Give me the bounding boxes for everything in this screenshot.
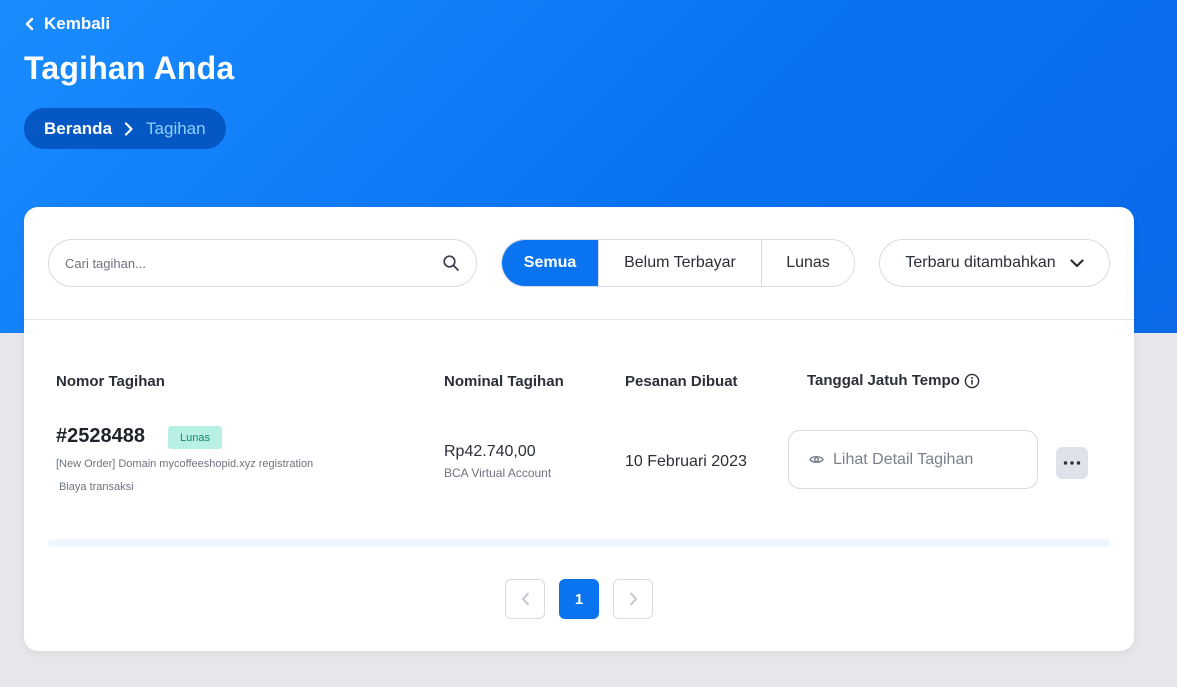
column-header-due-date: Tanggal Jatuh Tempo [807,372,980,389]
invoice-description: [New Order] Domain mycoffeeshopid.xyz re… [56,458,314,470]
row-separator [48,539,1110,547]
chevron-down-icon [1070,258,1084,267]
status-filter-group: Semua Belum Terbayar Lunas [501,239,855,287]
transaction-fee-note: Biaya transaksi [59,481,134,493]
pagination-page-button[interactable]: 1 [559,579,599,619]
more-horizontal-icon [1063,461,1081,465]
order-created-date: 10 Februari 2023 [625,453,747,470]
back-label: Kembali [44,14,111,33]
chevron-left-icon [25,17,34,31]
view-invoice-detail-button[interactable]: Lihat Detail Tagihan [788,430,1038,489]
breadcrumb: Beranda Tagihan [24,108,226,149]
pagination-next-button[interactable] [613,579,653,619]
filter-all-button[interactable]: Semua [502,240,599,286]
sort-label: Terbaru ditambahkan [905,254,1056,271]
filter-paid-button[interactable]: Lunas [762,240,854,286]
sort-dropdown[interactable]: Terbaru ditambahkan [879,239,1110,287]
payment-method: BCA Virtual Account [444,466,552,480]
invoice-card: Semua Belum Terbayar Lunas Terbaru ditam… [24,207,1134,651]
breadcrumb-current: Tagihan [146,118,206,138]
info-icon[interactable] [964,373,980,389]
view-detail-label: Lihat Detail Tagihan [833,450,974,468]
chevron-right-icon [629,592,637,606]
back-button[interactable]: Kembali [24,14,110,34]
pagination-prev-button[interactable] [505,579,545,619]
column-header-invoice-number: Nomor Tagihan [56,373,165,390]
chevron-right-icon [124,121,134,136]
search-icon[interactable] [442,254,460,272]
column-header-amount: Nominal Tagihan [444,373,564,390]
filter-unpaid-button[interactable]: Belum Terbayar [599,240,762,286]
page-title: Tagihan Anda [24,50,235,86]
status-badge: Lunas [168,426,222,449]
eye-icon [809,456,824,463]
search-input[interactable] [65,255,442,271]
column-header-created: Pesanan Dibuat [625,373,738,390]
more-actions-button[interactable] [1056,447,1088,479]
invoice-amount: Rp42.740,00 [444,443,536,460]
invoice-number[interactable]: #2528488 [56,425,145,448]
toolbar-divider [24,319,1134,320]
search-box [48,239,477,287]
chevron-left-icon [521,592,529,606]
breadcrumb-home-link[interactable]: Beranda [44,119,112,139]
